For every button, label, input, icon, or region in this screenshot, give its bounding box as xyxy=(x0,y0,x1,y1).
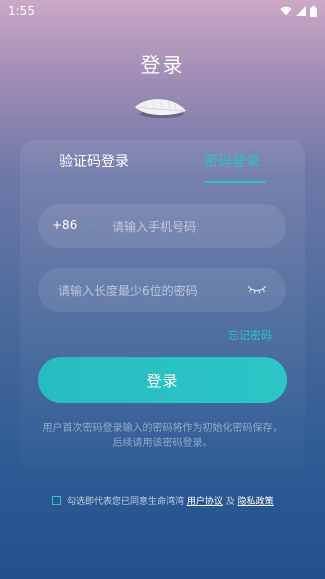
signal-icon xyxy=(296,6,306,16)
agreement-row: 勾选即代表您已同意生命湾湾 用户协议 及 隐私政策 xyxy=(52,494,274,507)
user-agreement-link[interactable]: 用户协议 xyxy=(187,497,223,507)
country-code-selector[interactable]: +86 xyxy=(52,218,77,232)
battery-icon xyxy=(310,5,317,17)
forgot-password-link[interactable]: 忘记密码 xyxy=(228,327,272,343)
eye-closed-icon[interactable] xyxy=(246,282,268,296)
password-field xyxy=(38,268,286,314)
agreement-checkbox[interactable] xyxy=(52,496,61,505)
login-button[interactable]: 登录 xyxy=(38,357,287,403)
tab-password-login[interactable]: 密码登录 xyxy=(204,151,260,171)
status-time: 1:55 xyxy=(8,4,35,18)
status-icons xyxy=(280,5,317,17)
agreement-and: 及 xyxy=(225,497,235,507)
password-input[interactable] xyxy=(56,268,240,314)
tab-sms-login[interactable]: 验证码登录 xyxy=(59,151,129,171)
active-tab-indicator xyxy=(204,181,266,183)
chevron-right-icon[interactable]: › xyxy=(86,217,91,232)
status-bar: 1:55 xyxy=(0,0,325,22)
leaf-logo-icon xyxy=(135,99,186,118)
wifi-icon xyxy=(280,6,292,16)
phone-field: +86 › xyxy=(38,204,286,250)
phone-input[interactable] xyxy=(110,204,274,250)
privacy-policy-link[interactable]: 隐私政策 xyxy=(238,497,274,507)
page-title: 登录 xyxy=(140,53,185,77)
first-login-hint: 用户首次密码登录输入的密码将作为初始化密码保存，后续请用该密码登录。 xyxy=(42,423,283,449)
agreement-prefix: 勾选即代表您已同意生命湾湾 xyxy=(67,497,185,507)
